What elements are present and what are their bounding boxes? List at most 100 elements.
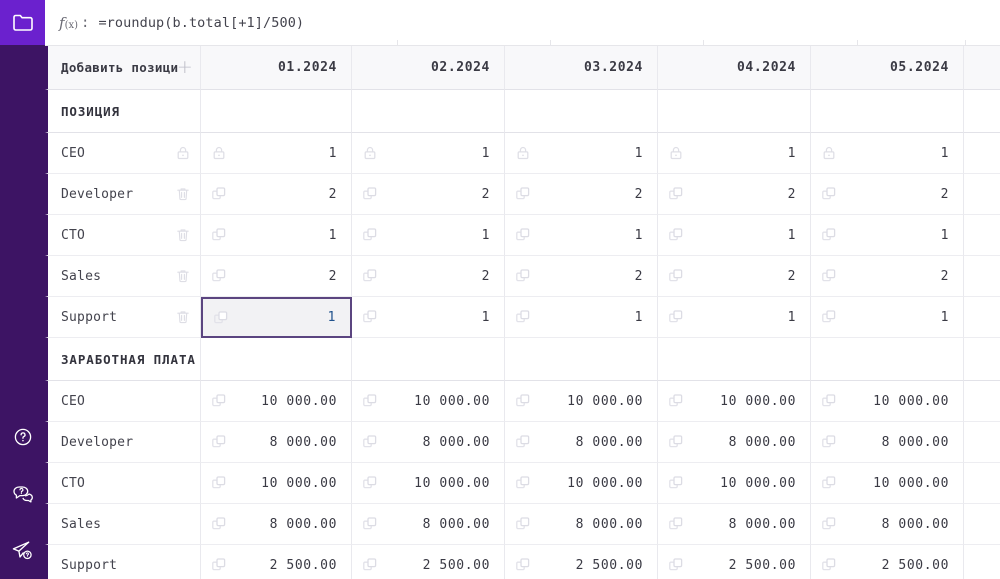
lock-icon[interactable] [211, 145, 227, 161]
data-cell[interactable]: 8 000.00 [505, 504, 658, 545]
data-cell[interactable]: 2 [201, 256, 352, 297]
data-cell[interactable]: 1 [352, 133, 505, 174]
data-cell[interactable] [964, 133, 1000, 174]
copy-icon[interactable] [821, 186, 837, 202]
row-header-cto[interactable]: CTO [45, 463, 201, 504]
data-cell[interactable]: 2 500.00 [505, 545, 658, 579]
trash-icon[interactable] [170, 268, 196, 284]
data-cell[interactable]: 1 [505, 297, 658, 338]
copy-icon[interactable] [668, 475, 684, 491]
copy-icon[interactable] [362, 475, 378, 491]
data-cell[interactable]: 10 000.00 [811, 381, 964, 422]
copy-icon[interactable] [515, 557, 531, 573]
data-cell[interactable] [964, 422, 1000, 463]
copy-icon[interactable] [211, 475, 227, 491]
data-cell[interactable]: 10 000.00 [658, 381, 811, 422]
copy-icon[interactable] [515, 516, 531, 532]
data-cell[interactable]: 1 [811, 215, 964, 256]
data-cell[interactable]: 1 [352, 297, 505, 338]
data-cell[interactable] [964, 545, 1000, 579]
copy-icon[interactable] [211, 393, 227, 409]
lock-icon[interactable] [668, 145, 684, 161]
column-header-5[interactable]: 05.2024 [811, 46, 964, 90]
copy-icon[interactable] [668, 186, 684, 202]
copy-icon[interactable] [362, 227, 378, 243]
copy-icon[interactable] [515, 227, 531, 243]
data-cell[interactable]: 10 000.00 [352, 463, 505, 504]
data-cell[interactable]: 2 [658, 256, 811, 297]
row-header-cto[interactable]: CTO [45, 215, 201, 256]
data-cell[interactable]: 8 000.00 [811, 504, 964, 545]
row-header-support[interactable]: Support [45, 297, 201, 338]
row-header-sales[interactable]: Sales [45, 504, 201, 545]
lock-icon[interactable] [170, 145, 196, 161]
row-header-sales[interactable]: Sales [45, 256, 201, 297]
copy-icon[interactable] [515, 393, 531, 409]
trash-icon[interactable] [170, 186, 196, 202]
add-position-header[interactable]: Добавить позици + [45, 46, 201, 90]
data-cell[interactable] [964, 463, 1000, 504]
copy-icon[interactable] [362, 393, 378, 409]
copy-icon[interactable] [362, 309, 378, 325]
sidebar-item-send-feedback[interactable] [0, 522, 45, 579]
lock-icon[interactable] [821, 145, 837, 161]
data-cell[interactable]: 1 [201, 297, 352, 338]
data-cell[interactable]: 1 [505, 133, 658, 174]
sidebar-item-support-chat[interactable] [0, 465, 45, 522]
data-cell[interactable]: 8 000.00 [505, 422, 658, 463]
copy-icon[interactable] [515, 434, 531, 450]
data-cell[interactable]: 2 [811, 256, 964, 297]
copy-icon[interactable] [668, 393, 684, 409]
copy-icon[interactable] [668, 268, 684, 284]
copy-icon[interactable] [213, 310, 229, 326]
data-cell[interactable]: 2 500.00 [658, 545, 811, 579]
column-header-4[interactable]: 04.2024 [658, 46, 811, 90]
column-header-1[interactable]: 01.2024 [201, 46, 352, 90]
copy-icon[interactable] [211, 434, 227, 450]
copy-icon[interactable] [211, 268, 227, 284]
data-cell[interactable]: 8 000.00 [658, 504, 811, 545]
lock-icon[interactable] [362, 145, 378, 161]
data-cell[interactable] [964, 297, 1000, 338]
data-cell[interactable]: 1 [201, 215, 352, 256]
data-cell[interactable]: 2 [505, 174, 658, 215]
data-cell[interactable]: 8 000.00 [658, 422, 811, 463]
data-cell[interactable]: 8 000.00 [352, 422, 505, 463]
copy-icon[interactable] [821, 393, 837, 409]
data-cell[interactable]: 1 [658, 133, 811, 174]
copy-icon[interactable] [515, 475, 531, 491]
lock-icon[interactable] [515, 145, 531, 161]
row-header-support[interactable]: Support [45, 545, 201, 579]
data-cell[interactable]: 2 [505, 256, 658, 297]
copy-icon[interactable] [211, 516, 227, 532]
data-cell[interactable]: 1 [658, 215, 811, 256]
data-cell[interactable]: 2 500.00 [201, 545, 352, 579]
copy-icon[interactable] [362, 516, 378, 532]
copy-icon[interactable] [362, 557, 378, 573]
copy-icon[interactable] [668, 516, 684, 532]
data-cell[interactable]: 10 000.00 [201, 381, 352, 422]
spreadsheet-grid[interactable]: Добавить позици +01.2024 02.2024 03.2024 04.… [45, 46, 1000, 579]
copy-icon[interactable] [668, 434, 684, 450]
formula-input[interactable]: =roundup(b.total[+1]/500) [98, 15, 304, 31]
copy-icon[interactable] [515, 309, 531, 325]
data-cell[interactable]: 8 000.00 [201, 504, 352, 545]
data-cell[interactable] [964, 381, 1000, 422]
data-cell[interactable]: 2 [201, 174, 352, 215]
copy-icon[interactable] [668, 227, 684, 243]
trash-icon[interactable] [170, 227, 196, 243]
data-cell[interactable]: 2 500.00 [811, 545, 964, 579]
row-header-developer[interactable]: Developer [45, 422, 201, 463]
row-header-ceo[interactable]: CEO [45, 133, 201, 174]
copy-icon[interactable] [362, 434, 378, 450]
row-header-ceo[interactable]: CEO [45, 381, 201, 422]
add-position-button[interactable]: + [176, 58, 194, 77]
copy-icon[interactable] [821, 516, 837, 532]
data-cell[interactable]: 2 500.00 [352, 545, 505, 579]
sidebar-item-folder[interactable] [0, 0, 45, 45]
data-cell[interactable] [964, 504, 1000, 545]
copy-icon[interactable] [821, 309, 837, 325]
data-cell[interactable]: 1 [505, 215, 658, 256]
copy-icon[interactable] [515, 186, 531, 202]
data-cell[interactable]: 10 000.00 [505, 381, 658, 422]
